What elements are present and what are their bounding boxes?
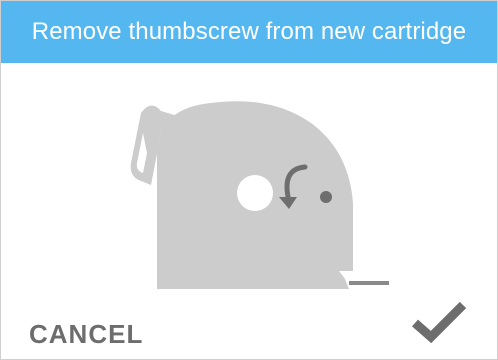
checkmark-icon[interactable]: [411, 299, 467, 343]
cartridge-hole: [237, 175, 273, 211]
thumbscrew-dot: [320, 191, 332, 203]
dialog-title: Remove thumbscrew from new cartridge: [1, 1, 497, 63]
cartridge-illustration: [130, 101, 389, 289]
cancel-button[interactable]: CANCEL: [29, 319, 143, 350]
dialog: Remove thumbscrew from new cartridge CAN…: [0, 0, 498, 360]
